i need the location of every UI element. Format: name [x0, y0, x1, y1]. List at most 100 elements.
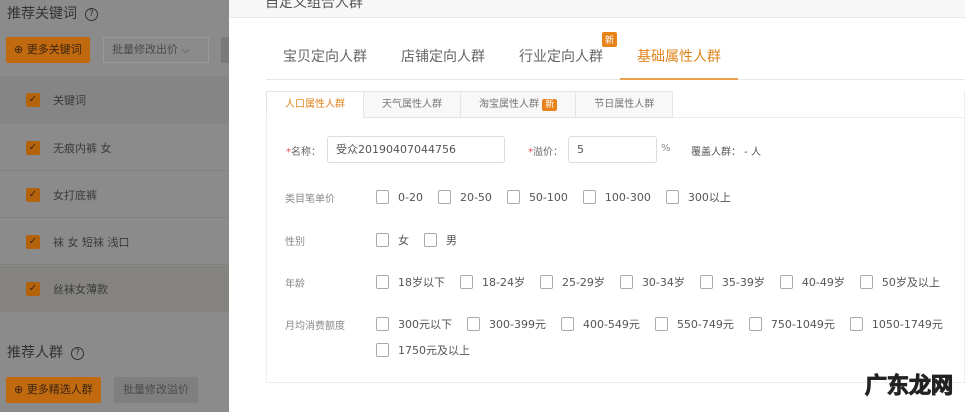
option-checkbox[interactable]: 1750元及以上 — [376, 342, 470, 358]
percent-unit: % — [661, 143, 671, 154]
option-label: 25-29岁 — [561, 276, 605, 289]
checkbox-icon[interactable] — [460, 275, 473, 289]
checkbox-icon[interactable] — [779, 275, 793, 289]
option-label: 35-39岁 — [721, 276, 765, 289]
checkbox-icon[interactable] — [665, 190, 679, 204]
option-checkbox[interactable]: 25-29岁 — [539, 274, 605, 290]
option-checkbox[interactable]: 18-24岁 — [460, 274, 525, 290]
option-label: 300元以下 — [398, 318, 452, 331]
option-checkbox[interactable]: 男 — [424, 232, 457, 248]
tab-basic-attribute-crowd[interactable]: 基础属性人群 — [620, 40, 738, 80]
age-options: 18岁以下 18-24岁 25-29岁 30-34岁 35-39岁 40-49岁 50岁及以… — [376, 274, 965, 290]
keyword-checkbox[interactable]: ✓ — [26, 282, 40, 296]
checkbox-icon[interactable] — [748, 317, 762, 331]
option-checkbox[interactable]: 0-20 — [376, 189, 423, 205]
option-checkbox[interactable]: 50-100 — [506, 189, 568, 205]
option-label: 50-100 — [528, 190, 568, 204]
checkbox-icon[interactable] — [560, 317, 574, 331]
subtab-weather[interactable]: 天气属性人群 — [363, 91, 461, 118]
checkbox-icon[interactable] — [376, 190, 389, 204]
option-label: 男 — [446, 234, 457, 247]
checkbox-icon[interactable] — [376, 275, 389, 289]
checkbox-icon[interactable] — [424, 233, 437, 247]
option-checkbox[interactable]: 20-50 — [437, 189, 492, 205]
option-label: 300以上 — [687, 191, 731, 204]
option-checkbox[interactable]: 400-549元 — [560, 316, 640, 332]
option-label: 30-34岁 — [641, 276, 685, 289]
checkbox-icon[interactable] — [654, 317, 668, 331]
more-keywords-button[interactable]: ⊕ 更多关键词 — [6, 37, 90, 63]
option-checkbox[interactable]: 女 — [376, 232, 409, 248]
subtab-holiday[interactable]: 节日属性人群 — [575, 91, 674, 118]
checkbox-icon[interactable] — [859, 275, 873, 289]
option-checkbox[interactable]: 30-34岁 — [619, 274, 685, 290]
watermark: 广东龙网 — [864, 374, 954, 400]
name-input[interactable]: 受众20190407044756 — [327, 136, 505, 163]
help-icon[interactable]: ? — [85, 8, 98, 21]
option-checkbox[interactable]: 1050-1749元 — [849, 316, 943, 332]
option-label: 女 — [398, 234, 409, 247]
checkbox-icon[interactable] — [467, 317, 480, 331]
tab-item-crowd[interactable]: 宝贝定向人群 — [266, 40, 384, 80]
keyword-row: ✓ 丝袜女薄款 — [0, 266, 229, 312]
option-label: 100-300 — [604, 190, 651, 204]
checkbox-icon[interactable] — [582, 190, 596, 204]
option-checkbox[interactable]: 40-49岁 — [779, 274, 845, 290]
checkbox-icon[interactable] — [437, 190, 451, 204]
checkbox-icon[interactable] — [376, 233, 389, 247]
checkbox-icon[interactable] — [506, 190, 520, 204]
option-checkbox[interactable]: 100-300 — [582, 189, 651, 205]
option-label: 400-549元 — [582, 318, 640, 331]
premium-label: *溢价： — [528, 147, 563, 158]
new-badge: 新 — [601, 32, 617, 47]
subtab-taobao[interactable]: 淘宝属性人群 新 — [460, 91, 577, 118]
keyword-checkbox[interactable]: ✓ — [26, 234, 40, 249]
option-label: 20-50 — [459, 190, 492, 204]
checkbox-icon[interactable] — [849, 317, 863, 331]
checkbox-icon[interactable] — [376, 343, 389, 357]
batch-bid-dropdown[interactable]: 批量修改出价 ⌵ — [103, 37, 209, 63]
keyword-row: ✓ 袜 女 短袜 浅口 — [0, 219, 229, 265]
background-panel: 推荐关键词? ⊕ 更多关键词 批量修改出价 ⌵ ✓ 关键词 ✓ 无痕内裤 女 ✓ 女打… — [0, 0, 229, 412]
keywords-title: 推荐关键词? — [7, 3, 98, 23]
option-label: 1050-1749元 — [871, 318, 943, 331]
keyword-checkbox[interactable]: ✓ — [26, 187, 40, 202]
option-checkbox[interactable]: 35-39岁 — [699, 274, 765, 290]
checkbox-icon[interactable] — [699, 275, 713, 289]
option-label: 0-20 — [398, 190, 423, 204]
option-checkbox[interactable]: 50岁及以上 — [859, 274, 940, 290]
checkbox-icon[interactable] — [376, 317, 389, 331]
keywords-header-row: ✓ 关键词 — [0, 76, 229, 124]
sub-tabs: 人口属性人群 天气属性人群 淘宝属性人群 新 节日属性人群 — [266, 91, 674, 118]
batch-premium-button[interactable]: 批量修改溢价 — [114, 377, 198, 403]
spend-label: 月均消费额度 — [285, 321, 345, 332]
option-checkbox[interactable]: 300-399元 — [467, 316, 546, 332]
option-label: 750-1049元 — [770, 318, 835, 331]
checkbox-icon[interactable] — [619, 275, 633, 289]
option-checkbox[interactable]: 300元以下 — [376, 316, 452, 332]
option-label: 1750元及以上 — [398, 344, 470, 357]
option-checkbox[interactable]: 750-1049元 — [748, 316, 835, 332]
option-label: 18-24岁 — [482, 276, 525, 289]
keyword-checkbox[interactable]: ✓ — [26, 140, 40, 155]
checkbox-icon[interactable] — [539, 275, 553, 289]
select-all-checkbox[interactable]: ✓ — [26, 93, 40, 107]
option-checkbox[interactable]: 18岁以下 — [376, 274, 445, 290]
name-label: *名称： — [286, 147, 321, 158]
tab-shop-crowd[interactable]: 店铺定向人群 — [384, 40, 502, 80]
modal-header: 自定义组合人群 — [229, 0, 965, 18]
option-label: 18岁以下 — [398, 276, 445, 289]
option-checkbox[interactable]: 550-749元 — [654, 316, 734, 332]
help-icon[interactable]: ? — [71, 347, 84, 360]
truncated-button — [221, 37, 229, 63]
more-crowds-button[interactable]: ⊕ 更多精选人群 — [6, 377, 101, 403]
coverage-text: 覆盖人群： - 人 — [691, 147, 761, 158]
premium-input[interactable]: 5 — [568, 136, 657, 163]
subtab-demographic[interactable]: 人口属性人群 — [266, 91, 364, 118]
price-label: 类目笔单价 — [285, 194, 335, 205]
option-checkbox[interactable]: 300以上 — [665, 189, 731, 205]
tab-industry-crowd[interactable]: 行业定向人群新 — [502, 32, 620, 80]
price-options: 0-20 20-50 50-100 100-300 300以上 — [376, 189, 965, 205]
crowd-title: 推荐人群? — [7, 342, 84, 362]
option-label: 40-49岁 — [801, 276, 845, 289]
